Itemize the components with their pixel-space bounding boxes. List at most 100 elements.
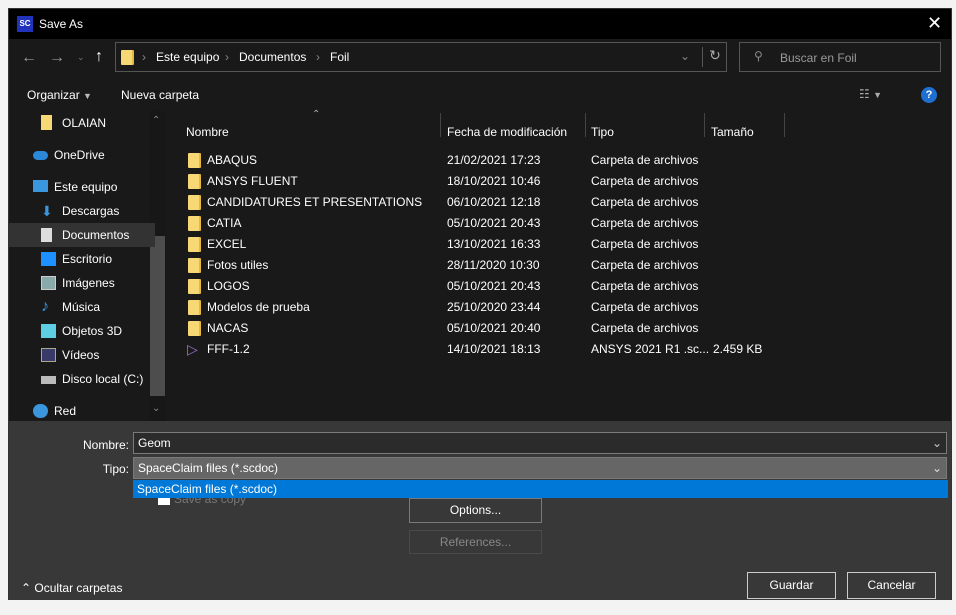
back-icon[interactable]: ← bbox=[21, 49, 37, 67]
close-icon[interactable]: ✕ bbox=[927, 13, 942, 34]
file-type-select[interactable]: SpaceClaim files (*.scdoc) ⌄ bbox=[133, 457, 947, 479]
file-row[interactable]: Fotos utiles 28/11/2020 10:30 Carpeta de a… bbox=[186, 255, 786, 276]
desktop-icon bbox=[41, 252, 56, 266]
network-icon bbox=[33, 404, 48, 418]
sidebar-item-escritorio[interactable]: Escritorio bbox=[9, 247, 155, 271]
forward-icon[interactable]: → bbox=[49, 49, 65, 67]
breadcrumb-foil[interactable]: Foil bbox=[330, 50, 349, 64]
sidebar-item-m-sica[interactable]: ♪ Música bbox=[9, 295, 155, 319]
file-list: ⌃ Nombre Fecha de modificación Tipo Tama… bbox=[166, 109, 951, 421]
folder-icon bbox=[188, 153, 201, 168]
navigation-pane: ⌃ ⌄ OLAIAN OneDrive Este equipo ⬇ Descargas D… bbox=[9, 111, 166, 421]
sidebar-item-descargas[interactable]: ⬇ Descargas bbox=[9, 199, 155, 223]
address-bar[interactable]: › Este equipo › Documentos › Foil ⌄ ↻ bbox=[115, 42, 727, 72]
scdoc-file-icon: ▷ bbox=[187, 341, 198, 357]
file-type: Carpeta de archivos bbox=[591, 153, 699, 167]
file-row[interactable]: ▷ FFF-1.2 14/10/2021 18:13 ANSYS 2021 R1 .s… bbox=[186, 339, 786, 360]
drive-icon bbox=[41, 376, 56, 384]
file-date: 25/10/2020 23:44 bbox=[447, 300, 541, 314]
image-icon bbox=[41, 276, 56, 290]
folder-icon bbox=[188, 216, 201, 231]
sidebar-item-disco-local-c-[interactable]: Disco local (C:) bbox=[9, 367, 155, 391]
chevron-up-icon: ⌃ bbox=[21, 581, 32, 595]
file-row[interactable]: NACAS 05/10/2021 20:40 Carpeta de archivos bbox=[186, 318, 786, 339]
references-button: References... bbox=[409, 530, 542, 554]
file-type: ANSYS 2021 R1 .sc... bbox=[591, 342, 710, 356]
sidebar-item-label: Escritorio bbox=[62, 252, 113, 266]
file-name: EXCEL bbox=[207, 237, 247, 251]
options-button[interactable]: Options... bbox=[409, 498, 542, 523]
chevron-down-icon: ⌄ bbox=[931, 436, 942, 450]
sidebar-item-onedrive[interactable]: OneDrive bbox=[9, 143, 155, 167]
sidebar-item-label: OneDrive bbox=[54, 148, 105, 162]
recent-chevron-icon[interactable]: ⌄ bbox=[77, 52, 85, 63]
sidebar-item-documentos[interactable]: Documentos bbox=[9, 223, 155, 247]
breadcrumb-documentos[interactable]: Documentos bbox=[239, 50, 306, 64]
file-type: Carpeta de archivos bbox=[591, 195, 699, 209]
file-name: ABAQUS bbox=[207, 153, 258, 167]
sidebar-item-olaian[interactable]: OLAIAN bbox=[9, 111, 155, 135]
file-name: CANDIDATURES ET PRESENTATIONS bbox=[207, 195, 423, 209]
chevron-down-icon: ⌄ bbox=[931, 461, 942, 475]
search-input[interactable]: ⚲ Buscar en Foil bbox=[739, 42, 941, 72]
folder-icon bbox=[188, 321, 201, 336]
sidebar-item-red[interactable]: Red bbox=[9, 399, 155, 423]
sort-ascending-icon: ⌃ bbox=[312, 109, 321, 120]
refresh-icon[interactable]: ↻ bbox=[702, 47, 727, 67]
file-type-option[interactable]: SpaceClaim files (*.scdoc) bbox=[133, 480, 948, 498]
column-header-fecha[interactable]: Fecha de modificación bbox=[447, 125, 567, 139]
column-header-tamano[interactable]: Tamaño bbox=[711, 125, 754, 139]
help-icon[interactable]: ? bbox=[921, 87, 937, 103]
save-button[interactable]: Guardar bbox=[747, 572, 836, 599]
cancel-button[interactable]: Cancelar bbox=[847, 572, 936, 599]
cube-icon bbox=[41, 324, 56, 338]
sidebar-item-v-deos[interactable]: Vídeos bbox=[9, 343, 155, 367]
video-icon bbox=[41, 348, 56, 362]
file-name: Fotos utiles bbox=[207, 258, 269, 272]
file-row[interactable]: CATIA 05/10/2021 20:43 Carpeta de archivos bbox=[186, 213, 786, 234]
folder-icon bbox=[188, 258, 201, 273]
filename-input[interactable]: Geom ⌄ bbox=[133, 432, 947, 454]
sidebar-item-im-genes[interactable]: Imágenes bbox=[9, 271, 155, 295]
file-row[interactable]: CANDIDATURES ET PRESENTATIONS 06/10/2021 … bbox=[186, 192, 786, 213]
new-folder-button[interactable]: Nueva carpeta bbox=[121, 88, 199, 102]
navigation-bar: ← → ⌄ ↑ › Este equipo › Documentos › Foi… bbox=[9, 39, 951, 79]
column-header-nombre[interactable]: Nombre bbox=[186, 125, 229, 139]
file-row[interactable]: Modelos de prueba 25/10/2020 23:44 Carpeta… bbox=[186, 297, 786, 318]
file-row[interactable]: ABAQUS 21/02/2021 17:23 Carpeta de archivo… bbox=[186, 150, 786, 171]
file-date: 21/02/2021 17:23 bbox=[447, 153, 541, 167]
sidebar-item-este-equipo[interactable]: Este equipo bbox=[9, 175, 155, 199]
folder-icon bbox=[188, 300, 201, 315]
history-chevron-icon[interactable]: ⌄ bbox=[680, 49, 690, 63]
file-row[interactable]: ANSYS FLUENT 18/10/2021 10:46 Carpeta de a… bbox=[186, 171, 786, 192]
hide-folders-button[interactable]: ⌃ Ocultar carpetas bbox=[21, 581, 122, 595]
organize-button[interactable]: Organizar ▼ bbox=[27, 88, 92, 102]
file-date: 18/10/2021 10:46 bbox=[447, 174, 541, 188]
sidebar-item-label: Música bbox=[62, 300, 101, 314]
sidebar-item-label: Este equipo bbox=[54, 180, 118, 194]
view-options-icon[interactable]: ☷ ▼ bbox=[859, 87, 882, 101]
sidebar-item-label: Descargas bbox=[62, 204, 120, 218]
folder-icon bbox=[188, 279, 201, 294]
breadcrumb-este-equipo[interactable]: Este equipo bbox=[156, 50, 219, 64]
file-type: Carpeta de archivos bbox=[591, 237, 699, 251]
column-header-tipo[interactable]: Tipo bbox=[591, 125, 614, 139]
file-type: Carpeta de archivos bbox=[591, 216, 699, 230]
file-row[interactable]: EXCEL 13/10/2021 16:33 Carpeta de archivos bbox=[186, 234, 786, 255]
file-name: FFF-1.2 bbox=[207, 342, 250, 356]
file-row[interactable]: LOGOS 05/10/2021 20:43 Carpeta de archivos bbox=[186, 276, 786, 297]
music-icon: ♪ bbox=[41, 298, 49, 315]
folder-icon bbox=[188, 174, 201, 189]
file-name: ANSYS FLUENT bbox=[207, 174, 298, 188]
up-icon[interactable]: ↑ bbox=[95, 48, 103, 66]
name-label: Nombre: bbox=[82, 438, 129, 452]
file-name: CATIA bbox=[207, 216, 242, 230]
sidebar-item-label: Red bbox=[54, 404, 77, 418]
save-options-panel: Nombre: Geom ⌄ Tipo: SpaceClaim files (*.… bbox=[9, 421, 951, 600]
sidebar-item-objetos-3d[interactable]: Objetos 3D bbox=[9, 319, 155, 343]
sidebar-item-label: Documentos bbox=[62, 228, 130, 242]
download-icon: ⬇ bbox=[41, 203, 53, 219]
type-label: Tipo: bbox=[102, 462, 129, 476]
file-date: 13/10/2021 16:33 bbox=[447, 237, 541, 251]
file-type: Carpeta de archivos bbox=[591, 321, 699, 335]
